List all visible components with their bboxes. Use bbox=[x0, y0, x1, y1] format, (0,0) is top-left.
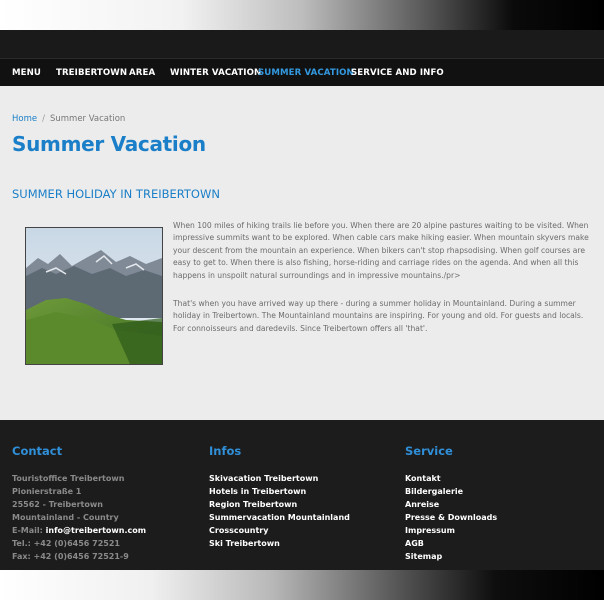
contact-tel: Tel.: +42 (0)6456 72521 bbox=[12, 539, 120, 548]
contact-line: 25562 - Treibertown bbox=[12, 500, 103, 509]
footer-infos-link[interactable]: Skivacation Treibertown bbox=[209, 472, 350, 485]
contact-email-label: E-Mail: bbox=[12, 526, 43, 535]
footer-infos-link[interactable]: Crosscountry bbox=[209, 524, 350, 537]
footer-service-link[interactable]: Anreise bbox=[405, 498, 497, 511]
section-title: SUMMER HOLIDAY IN TREIBERTOWN bbox=[12, 187, 220, 201]
nav-item-area[interactable]: AREA bbox=[129, 68, 155, 78]
breadcrumb: Home / Summer Vacation bbox=[12, 114, 125, 124]
contact-line: Mountainland - Country bbox=[12, 513, 119, 522]
top-gradient-band bbox=[0, 0, 604, 30]
footer-infos-link[interactable]: Hotels in Treibertown bbox=[209, 485, 350, 498]
footer-service-link[interactable]: Bildergalerie bbox=[405, 485, 497, 498]
footer-infos-link[interactable]: Summervacation Mountainland bbox=[209, 511, 350, 524]
mountain-photo bbox=[25, 227, 163, 365]
intro-paragraph: When 100 miles of hiking trails lie befo… bbox=[173, 221, 589, 280]
footer-service-link[interactable]: Kontakt bbox=[405, 472, 497, 485]
contact-email-row: E-Mail: info@treibertown.com bbox=[12, 524, 146, 537]
breadcrumb-current: Summer Vacation bbox=[49, 114, 126, 124]
nav-item-winter-vacation[interactable]: WINTER VACATION bbox=[170, 68, 261, 78]
footer-infos-link[interactable]: Region Treibertown bbox=[209, 498, 350, 511]
footer-contact: Contact Touristoffice Treibertown Pionie… bbox=[12, 444, 146, 563]
footer-service-heading: Service bbox=[405, 444, 453, 458]
bottom-gradient-band bbox=[0, 570, 604, 600]
footer-service: Service Kontakt Bildergalerie Anreise Pr… bbox=[405, 444, 497, 563]
footer-infos-link[interactable]: Ski Treibertown bbox=[209, 537, 350, 550]
nav-item-treibertown[interactable]: TREIBERTOWN bbox=[56, 68, 127, 78]
contact-fax: Fax: +42 (0)6456 72521-9 bbox=[12, 552, 129, 561]
second-paragraph: That's when you have arrived way up ther… bbox=[173, 299, 584, 333]
nav-item-menu[interactable]: MENU bbox=[12, 68, 41, 78]
contact-email-link[interactable]: info@treibertown.com bbox=[46, 526, 146, 535]
contact-line: Touristoffice Treibertown bbox=[12, 474, 125, 483]
header-band bbox=[0, 30, 604, 58]
footer-infos-heading: Infos bbox=[209, 444, 242, 458]
page-title: Summer Vacation bbox=[12, 132, 206, 156]
nav-item-service-and-info[interactable]: SERVICE AND INFO bbox=[351, 68, 444, 78]
contact-line: Pionierstraße 1 bbox=[12, 487, 82, 496]
breadcrumb-separator: / bbox=[42, 114, 45, 124]
site-footer: Contact Touristoffice Treibertown Pionie… bbox=[0, 420, 604, 570]
main-navigation: MENU TREIBERTOWN AREA WINTER VACATION SU… bbox=[0, 58, 604, 87]
footer-service-link[interactable]: AGB bbox=[405, 537, 497, 550]
footer-service-link[interactable]: Sitemap bbox=[405, 550, 497, 563]
footer-service-link[interactable]: Presse & Downloads bbox=[405, 511, 497, 524]
footer-infos: Infos Skivacation Treibertown Hotels in … bbox=[209, 444, 350, 550]
main-content: Home / Summer Vacation Summer Vacation SUM… bbox=[0, 86, 604, 420]
footer-contact-heading: Contact bbox=[12, 444, 63, 458]
nav-item-summer-vacation[interactable]: SUMMER VACATION bbox=[258, 68, 354, 78]
footer-service-link[interactable]: Impressum bbox=[405, 524, 497, 537]
breadcrumb-home-link[interactable]: Home bbox=[12, 114, 37, 124]
